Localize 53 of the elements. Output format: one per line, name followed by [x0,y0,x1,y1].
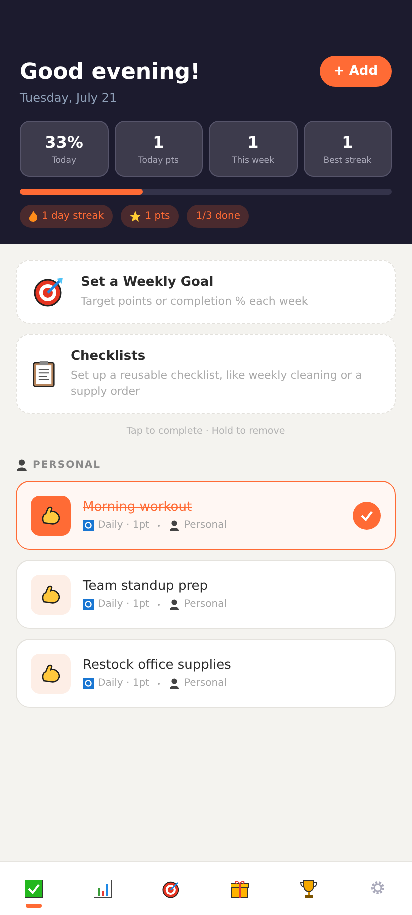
repeat-icon [83,520,94,532]
gift-icon [231,880,250,899]
active-indicator [26,904,42,908]
promo-subtitle: Target points or completion % each week [81,294,308,310]
star-icon [130,211,142,222]
separator-dot [158,682,160,685]
separator-dot [158,604,160,606]
greeting: Good evening! [20,60,201,85]
stat-value: 1 [153,132,164,152]
check-icon [353,502,381,530]
stat-label: Best streak [324,156,372,166]
stat-value: 33% [45,132,84,152]
person-icon [169,599,180,610]
hint-text: Tap to complete · Hold to remove [126,426,286,438]
trophy-icon [300,880,318,898]
task-title: Morning workout [83,500,194,516]
task-meta: Daily · 1pt [98,520,150,532]
bar-chart-icon [94,880,112,898]
task-category: Personal [184,599,227,610]
flame-icon [29,211,38,222]
task-category: Personal [184,678,227,690]
stat-label: Today [52,156,77,166]
repeat-icon [83,678,94,690]
promo-card[interactable]: Set a Weekly Goal Target points or completion % each week [16,260,396,324]
promo-card[interactable]: Checklists Set up a reusable checklist, like weekly cleaning or a supply order [16,334,396,414]
task-title: Team standup prep [83,579,210,594]
promo-title: Set a Weekly Goal [81,275,215,290]
person-icon [169,520,180,532]
task-meta: Daily · 1pt [98,599,150,610]
stat-label: This week [232,156,274,166]
checkbox-icon [25,880,44,898]
separator-dot [158,524,160,527]
task-card[interactable]: Restock office supplies Daily · 1pt Personal [16,639,396,708]
task-card[interactable]: Team standup prep Daily · 1pt Personal [16,560,396,630]
task-category: Personal [184,520,227,532]
chip-label: 1 day streak [42,211,104,222]
stat-value: 1 [248,132,259,152]
stat-value: 1 [342,132,354,152]
person-icon [16,459,28,472]
chip-label: 1/3 done [196,211,240,222]
target-icon [162,880,182,899]
section-title: PERSONAL [33,460,102,471]
date-text: Tuesday, July 21 [20,91,118,105]
stat-label: Today pts [138,156,179,166]
repeat-icon [83,599,94,610]
task-title: Restock office supplies [83,658,232,674]
promo-subtitle: Set up a reusable checklist, like weekly cleaning or a supply order [71,368,364,400]
person-icon [169,678,180,690]
promo-title: Checklists [71,349,147,364]
target-icon [33,276,65,308]
settings-icon [370,880,386,896]
chip-label: 1 pts [145,211,170,222]
task-meta: Daily · 1pt [98,678,150,690]
